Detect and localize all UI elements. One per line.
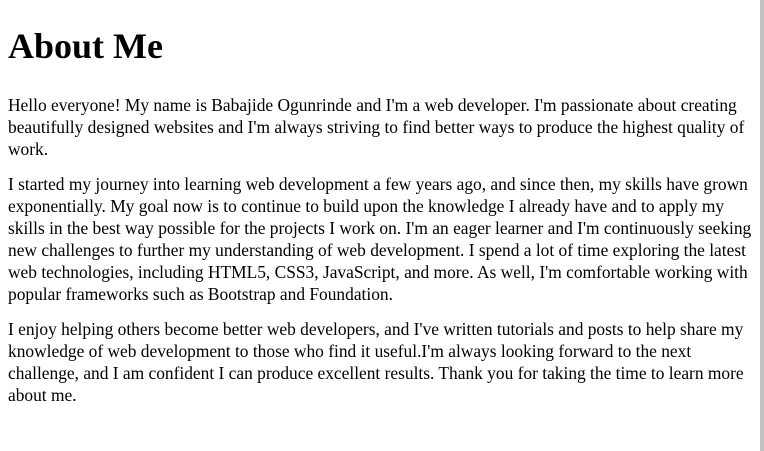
page-title: About Me [8, 26, 163, 66]
vertical-scrollbar[interactable] [760, 0, 764, 451]
intro-paragraph: Hello everyone! My name is Babajide Ogun… [8, 95, 745, 159]
page-content: About Me Hello everyone! My name is Baba… [8, 0, 752, 419]
closing-paragraph: I enjoy helping others become better web… [8, 319, 744, 405]
scrollbar-thumb[interactable] [760, 0, 764, 451]
journey-paragraph: I started my journey into learning web d… [8, 174, 752, 304]
